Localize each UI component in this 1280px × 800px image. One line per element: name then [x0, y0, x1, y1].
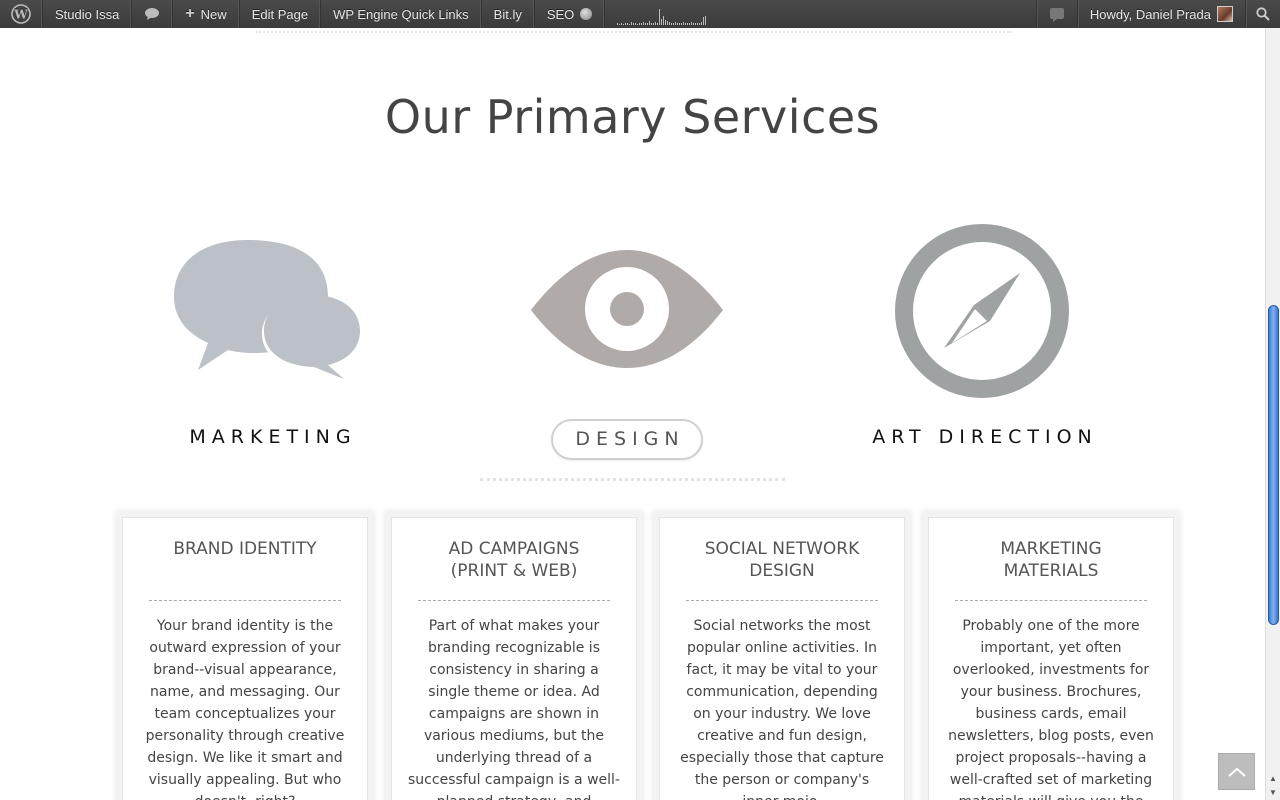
service-design[interactable]: DESIGN	[487, 215, 767, 465]
new-content-button[interactable]: + New	[173, 0, 240, 28]
page-scrollbar[interactable]: ▲ ▼	[1265, 28, 1280, 800]
speech-icon	[1049, 8, 1064, 22]
edit-page-link[interactable]: Edit Page	[240, 0, 322, 28]
card-title: SOCIAL NETWORK DESIGN	[704, 539, 860, 581]
service-art-direction[interactable]: ART DIRECTION	[842, 215, 1122, 465]
quick-links-menu[interactable]: WP Engine Quick Links	[321, 0, 482, 28]
admin-bar: W Studio Issa + New Edit Page WP Engine Q…	[0, 0, 1280, 28]
site-name-link[interactable]: Studio Issa	[43, 0, 133, 28]
site-name-label: Studio Issa	[55, 6, 120, 22]
card-body: Social networks the most popular online …	[680, 618, 884, 800]
card-divider	[149, 600, 341, 601]
wordpress-icon: W	[11, 4, 31, 24]
card-marketing-materials: MARKETING MATERIALS Probably one of the …	[928, 517, 1174, 800]
card-divider	[418, 600, 610, 601]
service-label: MARKETING	[189, 426, 357, 448]
scroll-up-arrow-icon[interactable]: ▲	[1266, 772, 1280, 786]
comments-button[interactable]	[132, 0, 174, 28]
seo-status-icon	[580, 8, 593, 20]
card-body: Probably one of the more important, yet …	[948, 618, 1154, 800]
search-button[interactable]	[1245, 0, 1280, 28]
bitly-label: Bit.ly	[493, 6, 522, 22]
service-marketing[interactable]: MARKETING	[130, 215, 410, 465]
card-divider	[686, 600, 878, 601]
plus-icon: +	[185, 5, 195, 22]
card-social-network-design: SOCIAL NETWORK DESIGN Social networks th…	[659, 517, 905, 800]
bitly-link[interactable]: Bit.ly	[482, 0, 535, 28]
scroll-down-arrow-icon[interactable]: ▼	[1266, 786, 1280, 800]
card-title: BRAND IDENTITY	[173, 539, 317, 559]
card-brand-identity: BRAND IDENTITY Your brand identity is th…	[122, 517, 368, 800]
account-menu[interactable]: Howdy, Daniel Prada	[1076, 0, 1245, 28]
quick-links-label: WP Engine Quick Links	[333, 6, 469, 22]
card-divider	[955, 600, 1147, 601]
card-title: AD CAMPAIGNS (PRINT & WEB)	[448, 539, 580, 581]
top-divider	[256, 31, 1012, 33]
stats-sparkline[interactable]	[605, 0, 719, 28]
new-label: New	[200, 6, 227, 22]
comment-bubble-icon	[145, 8, 160, 20]
card-body: Your brand identity is the outward expre…	[145, 618, 345, 800]
seo-menu[interactable]: SEO	[535, 0, 606, 28]
service-label: DESIGN	[487, 419, 767, 460]
wordpress-logo-button[interactable]: W	[0, 0, 43, 28]
notifications-button[interactable]	[1035, 0, 1077, 28]
search-icon	[1256, 7, 1270, 21]
greeting-label: Howdy, Daniel Prada	[1089, 6, 1211, 22]
avatar	[1217, 6, 1233, 22]
card-body: Part of what makes your branding recogni…	[408, 618, 620, 800]
svg-text:W: W	[13, 8, 28, 22]
compass-icon	[895, 224, 1069, 398]
back-to-top-button[interactable]	[1218, 753, 1255, 790]
speech-bubbles-icon	[174, 240, 362, 381]
seo-label: SEO	[546, 6, 575, 22]
chevron-up-icon	[1227, 767, 1246, 777]
edit-page-label: Edit Page	[251, 6, 309, 22]
service-label: ART DIRECTION	[872, 426, 1098, 448]
card-ad-campaigns: AD CAMPAIGNS (PRINT & WEB) Part of what …	[391, 517, 637, 800]
scrollbar-thumb[interactable]	[1268, 305, 1279, 625]
section-divider	[480, 478, 785, 481]
card-title: MARKETING MATERIALS	[1000, 539, 1102, 581]
eye-icon	[531, 250, 723, 368]
page-title: Our Primary Services	[384, 90, 881, 144]
